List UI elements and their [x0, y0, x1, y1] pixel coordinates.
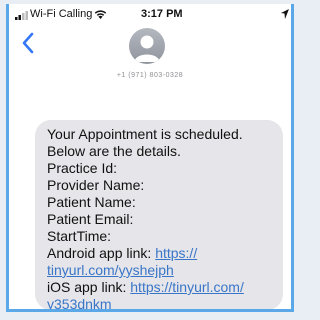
start-time-label: StartTime: [47, 228, 112, 244]
ios-app-link-continued[interactable]: y353dnkm [47, 296, 112, 309]
patient-email-label: Patient Email: [47, 211, 134, 227]
status-bar: Wi-Fi Calling 3:17 PM [9, 4, 291, 26]
android-link-row-2: tinyurl.com/yyshejph [47, 262, 273, 279]
contact-number[interactable]: +1 (971) 803-0328 [9, 72, 291, 79]
android-link-row: Android app link: https:// [47, 245, 273, 262]
provider-name-label: Provider Name: [47, 177, 145, 193]
carrier-label: Wi-Fi Calling [30, 8, 93, 20]
signal-icon [15, 11, 28, 20]
avatar-icon[interactable] [129, 28, 165, 64]
ios-link-row-2: y353dnkm [47, 296, 273, 309]
practice-id-label: Practice Id: [47, 160, 118, 176]
message-line-1: Your Appointment is scheduled. [47, 126, 243, 142]
status-time: 3:17 PM [141, 8, 183, 20]
back-chevron-icon[interactable] [21, 32, 35, 54]
android-app-link[interactable]: https:// [155, 245, 197, 261]
ios-link-label: iOS app link: [47, 279, 131, 295]
ios-link-row: iOS app link: https://tinyurl.com/ [47, 279, 273, 296]
message-line-2: Below are the details. [47, 143, 181, 159]
android-app-link-continued[interactable]: tinyurl.com/yyshejph [47, 262, 174, 278]
patient-name-label: Patient Name: [47, 194, 136, 210]
phone-frame: Wi-Fi Calling 3:17 PM +1 (971) 803-0328 … [6, 4, 294, 312]
message-bubble[interactable]: Your Appointment is scheduled. Below are… [35, 120, 283, 309]
wifi-icon [94, 10, 107, 19]
android-link-label: Android app link: [47, 245, 156, 261]
location-icon [281, 9, 289, 19]
ios-app-link[interactable]: https://tinyurl.com/ [130, 279, 244, 295]
